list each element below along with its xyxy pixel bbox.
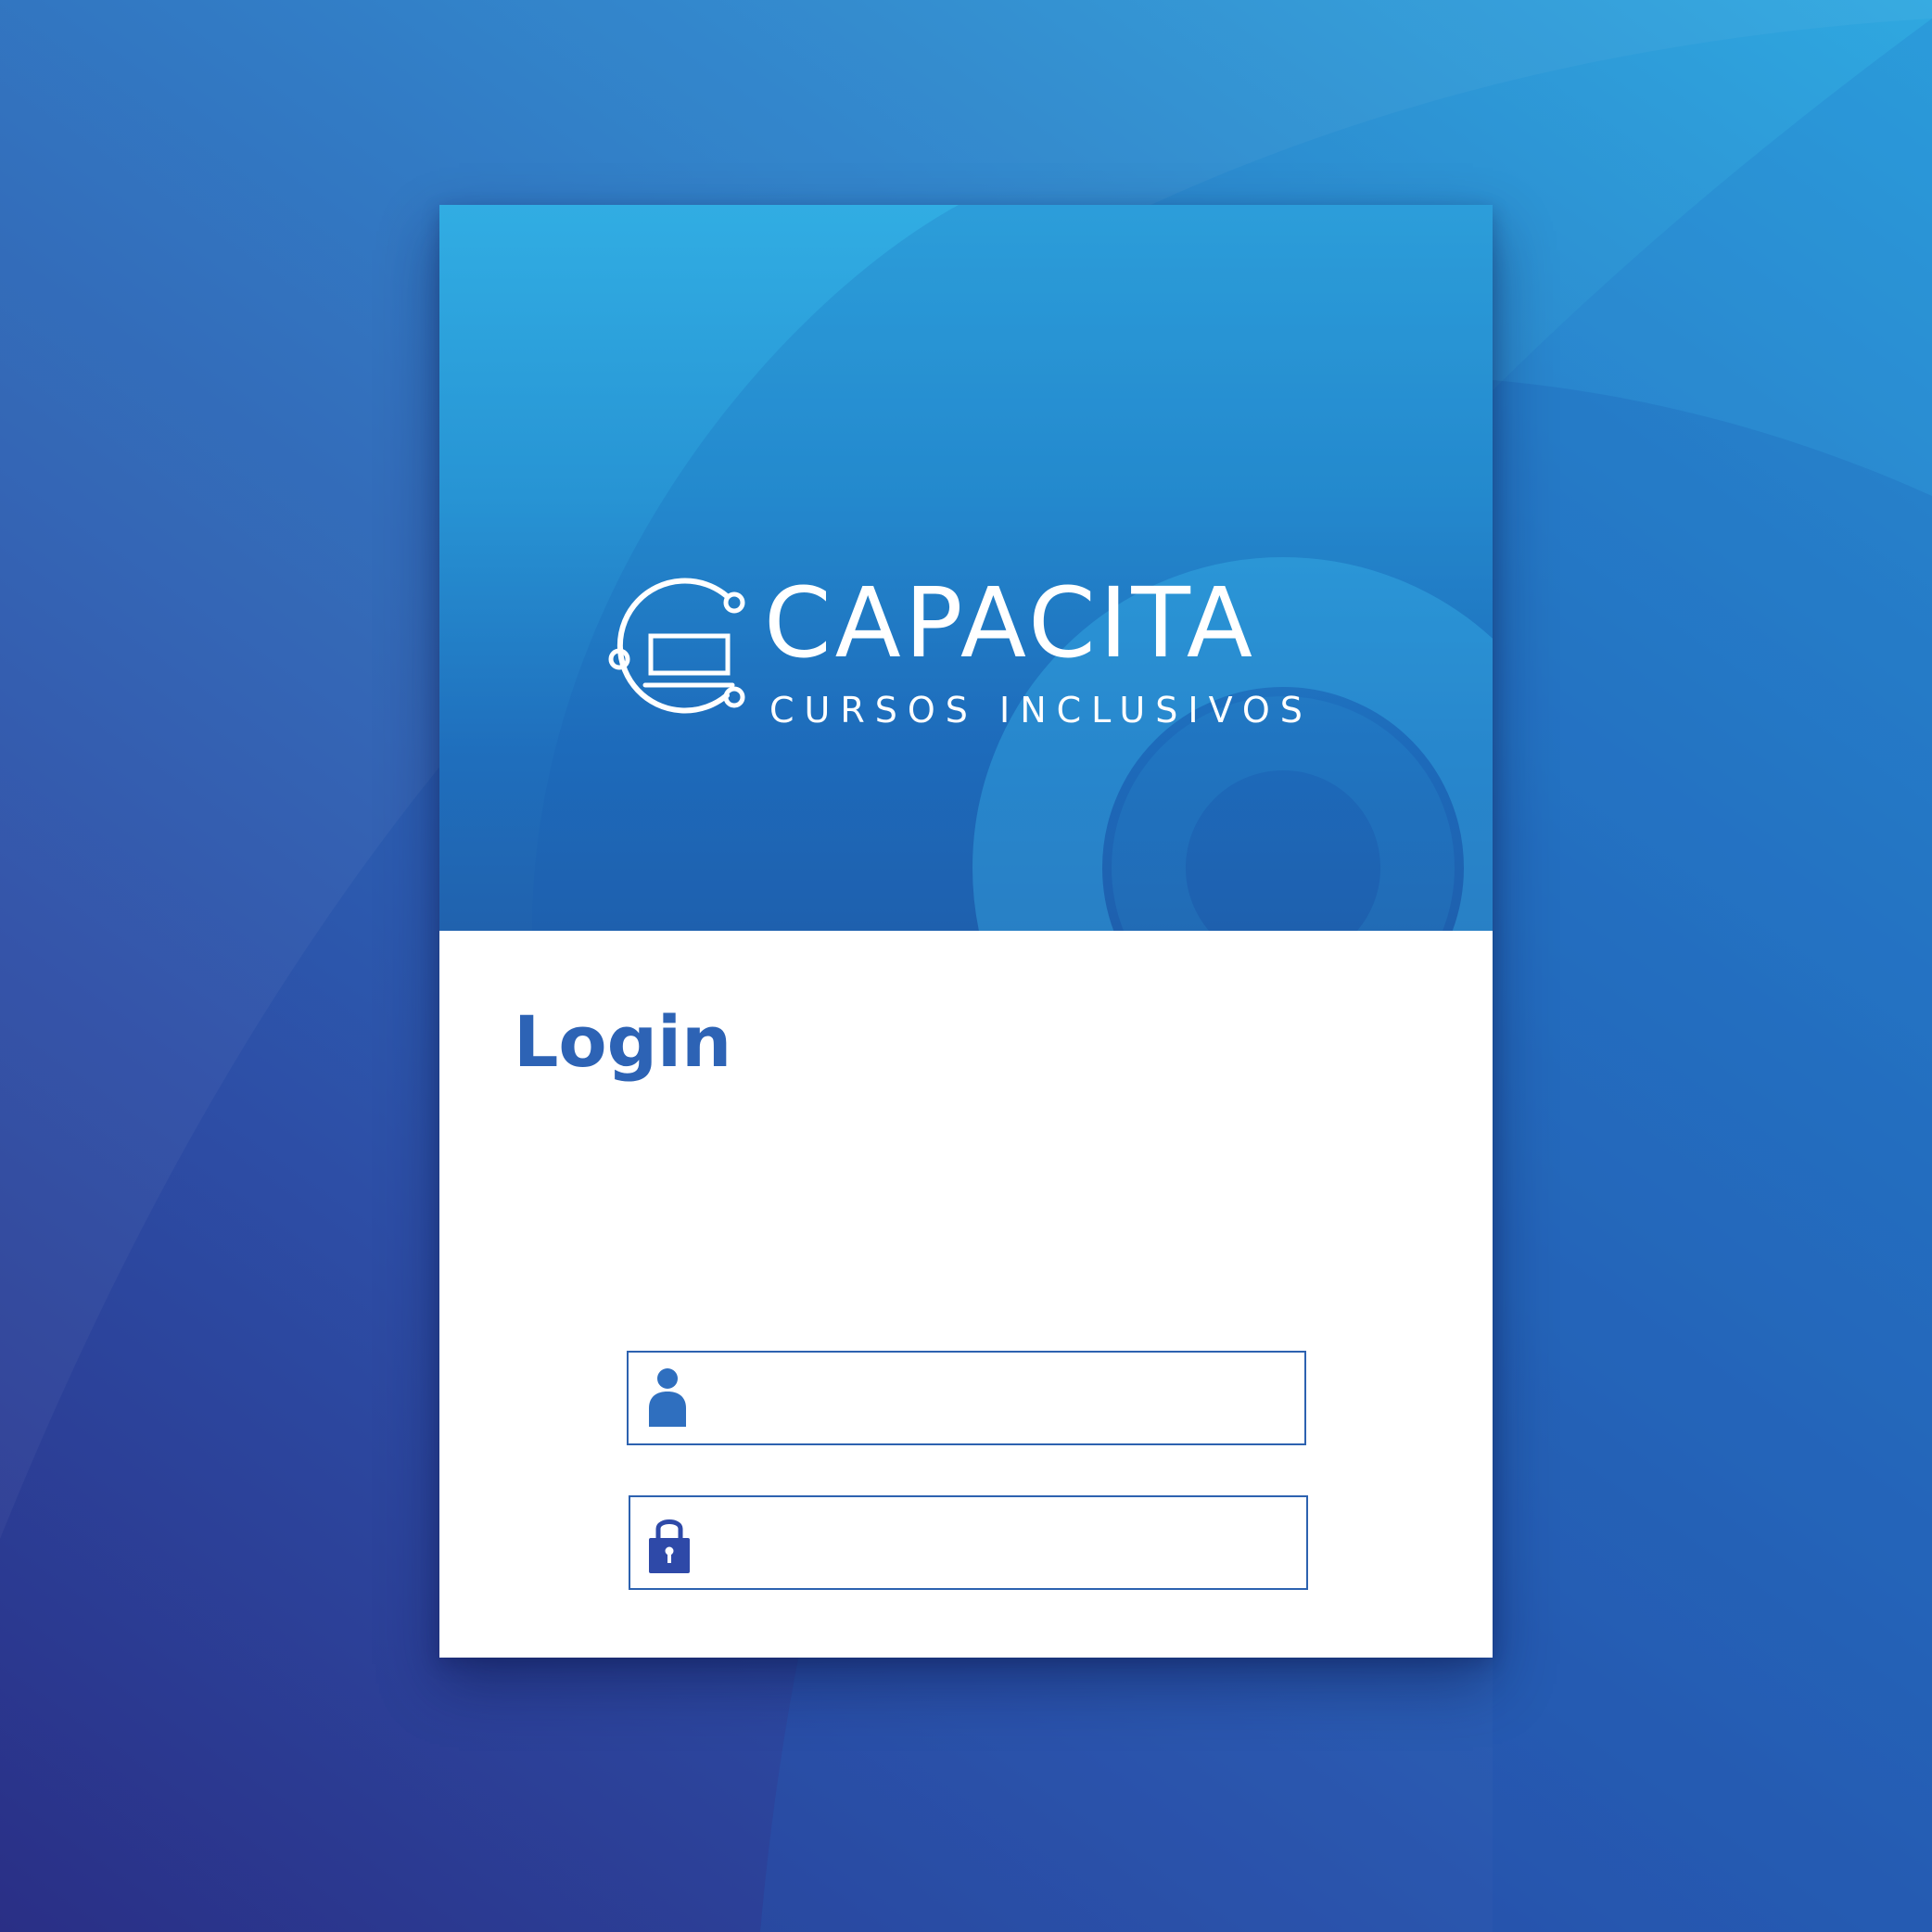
username-field[interactable] <box>627 1351 1306 1445</box>
laptop-circuit-icon <box>608 578 745 714</box>
username-input[interactable] <box>705 1362 1292 1436</box>
login-form: Login <box>439 931 1493 1658</box>
lock-icon <box>649 1519 690 1573</box>
login-card: CAPACITA CURSOS INCLUSIVOS Login <box>439 205 1493 1658</box>
user-icon <box>649 1368 686 1427</box>
brand-logo: CAPACITA CURSOS INCLUSIVOS <box>606 571 1329 747</box>
password-input[interactable] <box>706 1506 1294 1581</box>
login-title: Login <box>514 1000 732 1083</box>
brand-name: CAPACITA <box>764 566 1257 680</box>
brand-tagline: CURSOS INCLUSIVOS <box>769 690 1313 731</box>
card-header: CAPACITA CURSOS INCLUSIVOS <box>439 205 1493 931</box>
password-field[interactable] <box>629 1495 1308 1590</box>
